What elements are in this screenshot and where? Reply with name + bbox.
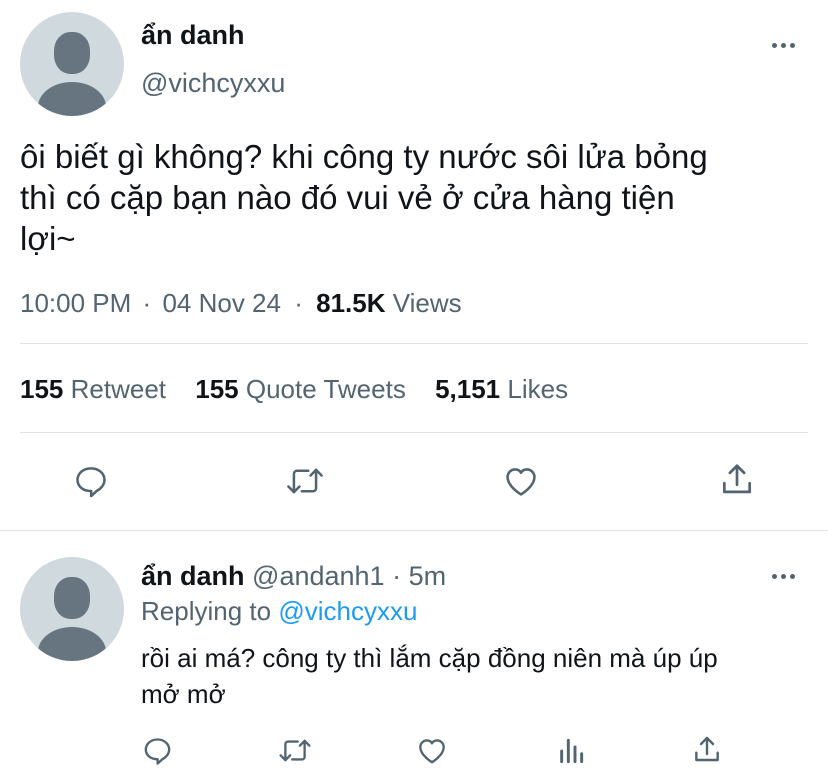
views-icon[interactable] <box>555 735 587 767</box>
views-count: 81.5K <box>316 288 386 318</box>
meta-separator: · <box>294 288 303 318</box>
replying-to-label: Replying to <box>141 596 272 626</box>
retweets-count: 155 <box>20 374 64 404</box>
tweet-text-line: thì có cặp bạn nào đó vui vẻ ở cửa hàng … <box>20 179 675 216</box>
share-icon[interactable] <box>691 733 723 767</box>
tweet-stats: 155 Retweet 155 Quote Tweets 5,151 Likes <box>20 374 568 405</box>
avatar-icon[interactable] <box>20 557 124 661</box>
retweet-icon[interactable] <box>276 734 314 767</box>
like-icon[interactable] <box>415 734 449 767</box>
more-icon[interactable] <box>772 43 795 48</box>
divider <box>20 432 808 433</box>
tweet-text-line: lợi~ <box>20 220 76 257</box>
tweet-text-line: ôi biết gì không? khi công ty nước sôi l… <box>20 138 708 175</box>
tweet-date[interactable]: 04 Nov 24 <box>162 288 281 318</box>
author-handle[interactable]: @vichcyxxu <box>141 68 285 99</box>
reply-text: rồi ai má? công ty thì lắm cặp đồng niên… <box>141 640 821 712</box>
reply-icon[interactable] <box>72 462 110 500</box>
meta-separator: · <box>142 288 152 318</box>
divider <box>20 343 808 344</box>
retweets-stat[interactable]: 155 Retweet <box>20 374 166 404</box>
views-label: Views <box>392 288 462 318</box>
reply-author-name[interactable]: ẩn danh <box>141 561 245 591</box>
divider <box>0 530 828 531</box>
quotes-label: Quote Tweets <box>245 374 406 404</box>
tweet-text: ôi biết gì không? khi công ty nước sôi l… <box>20 136 820 259</box>
meta-separator: · <box>392 561 402 591</box>
avatar-icon[interactable] <box>20 12 124 116</box>
quotes-count: 155 <box>195 374 239 404</box>
author-name[interactable]: ẩn danh <box>141 20 245 51</box>
reply-author-handle[interactable]: @andanh1 <box>252 561 385 591</box>
tweet-time[interactable]: 10:00 PM <box>20 288 131 318</box>
share-icon[interactable] <box>718 460 756 500</box>
retweets-label: Retweet <box>70 374 167 404</box>
retweet-icon[interactable] <box>284 462 326 500</box>
reply-icon[interactable] <box>141 734 174 767</box>
likes-count: 5,151 <box>435 374 501 404</box>
likes-stat[interactable]: 5,151 Likes <box>435 374 568 404</box>
like-icon[interactable] <box>501 462 541 500</box>
likes-label: Likes <box>507 374 569 404</box>
quotes-stat[interactable]: 155 Quote Tweets <box>195 374 406 404</box>
reply-time[interactable]: 5m <box>409 561 447 591</box>
reply-text-line: rồi ai má? công ty thì lắm cặp đồng niên… <box>141 643 718 673</box>
reply-header: ẩn danh @andanh1 · 5m <box>141 561 446 592</box>
replying-to: Replying to @vichcyxxu <box>141 596 417 627</box>
more-icon[interactable] <box>772 574 795 579</box>
reply-text-line: mở mở <box>141 679 226 709</box>
tweet-meta: 10:00 PM · 04 Nov 24 · 81.5K Views <box>20 288 462 319</box>
replying-to-handle[interactable]: @vichcyxxu <box>278 596 417 626</box>
